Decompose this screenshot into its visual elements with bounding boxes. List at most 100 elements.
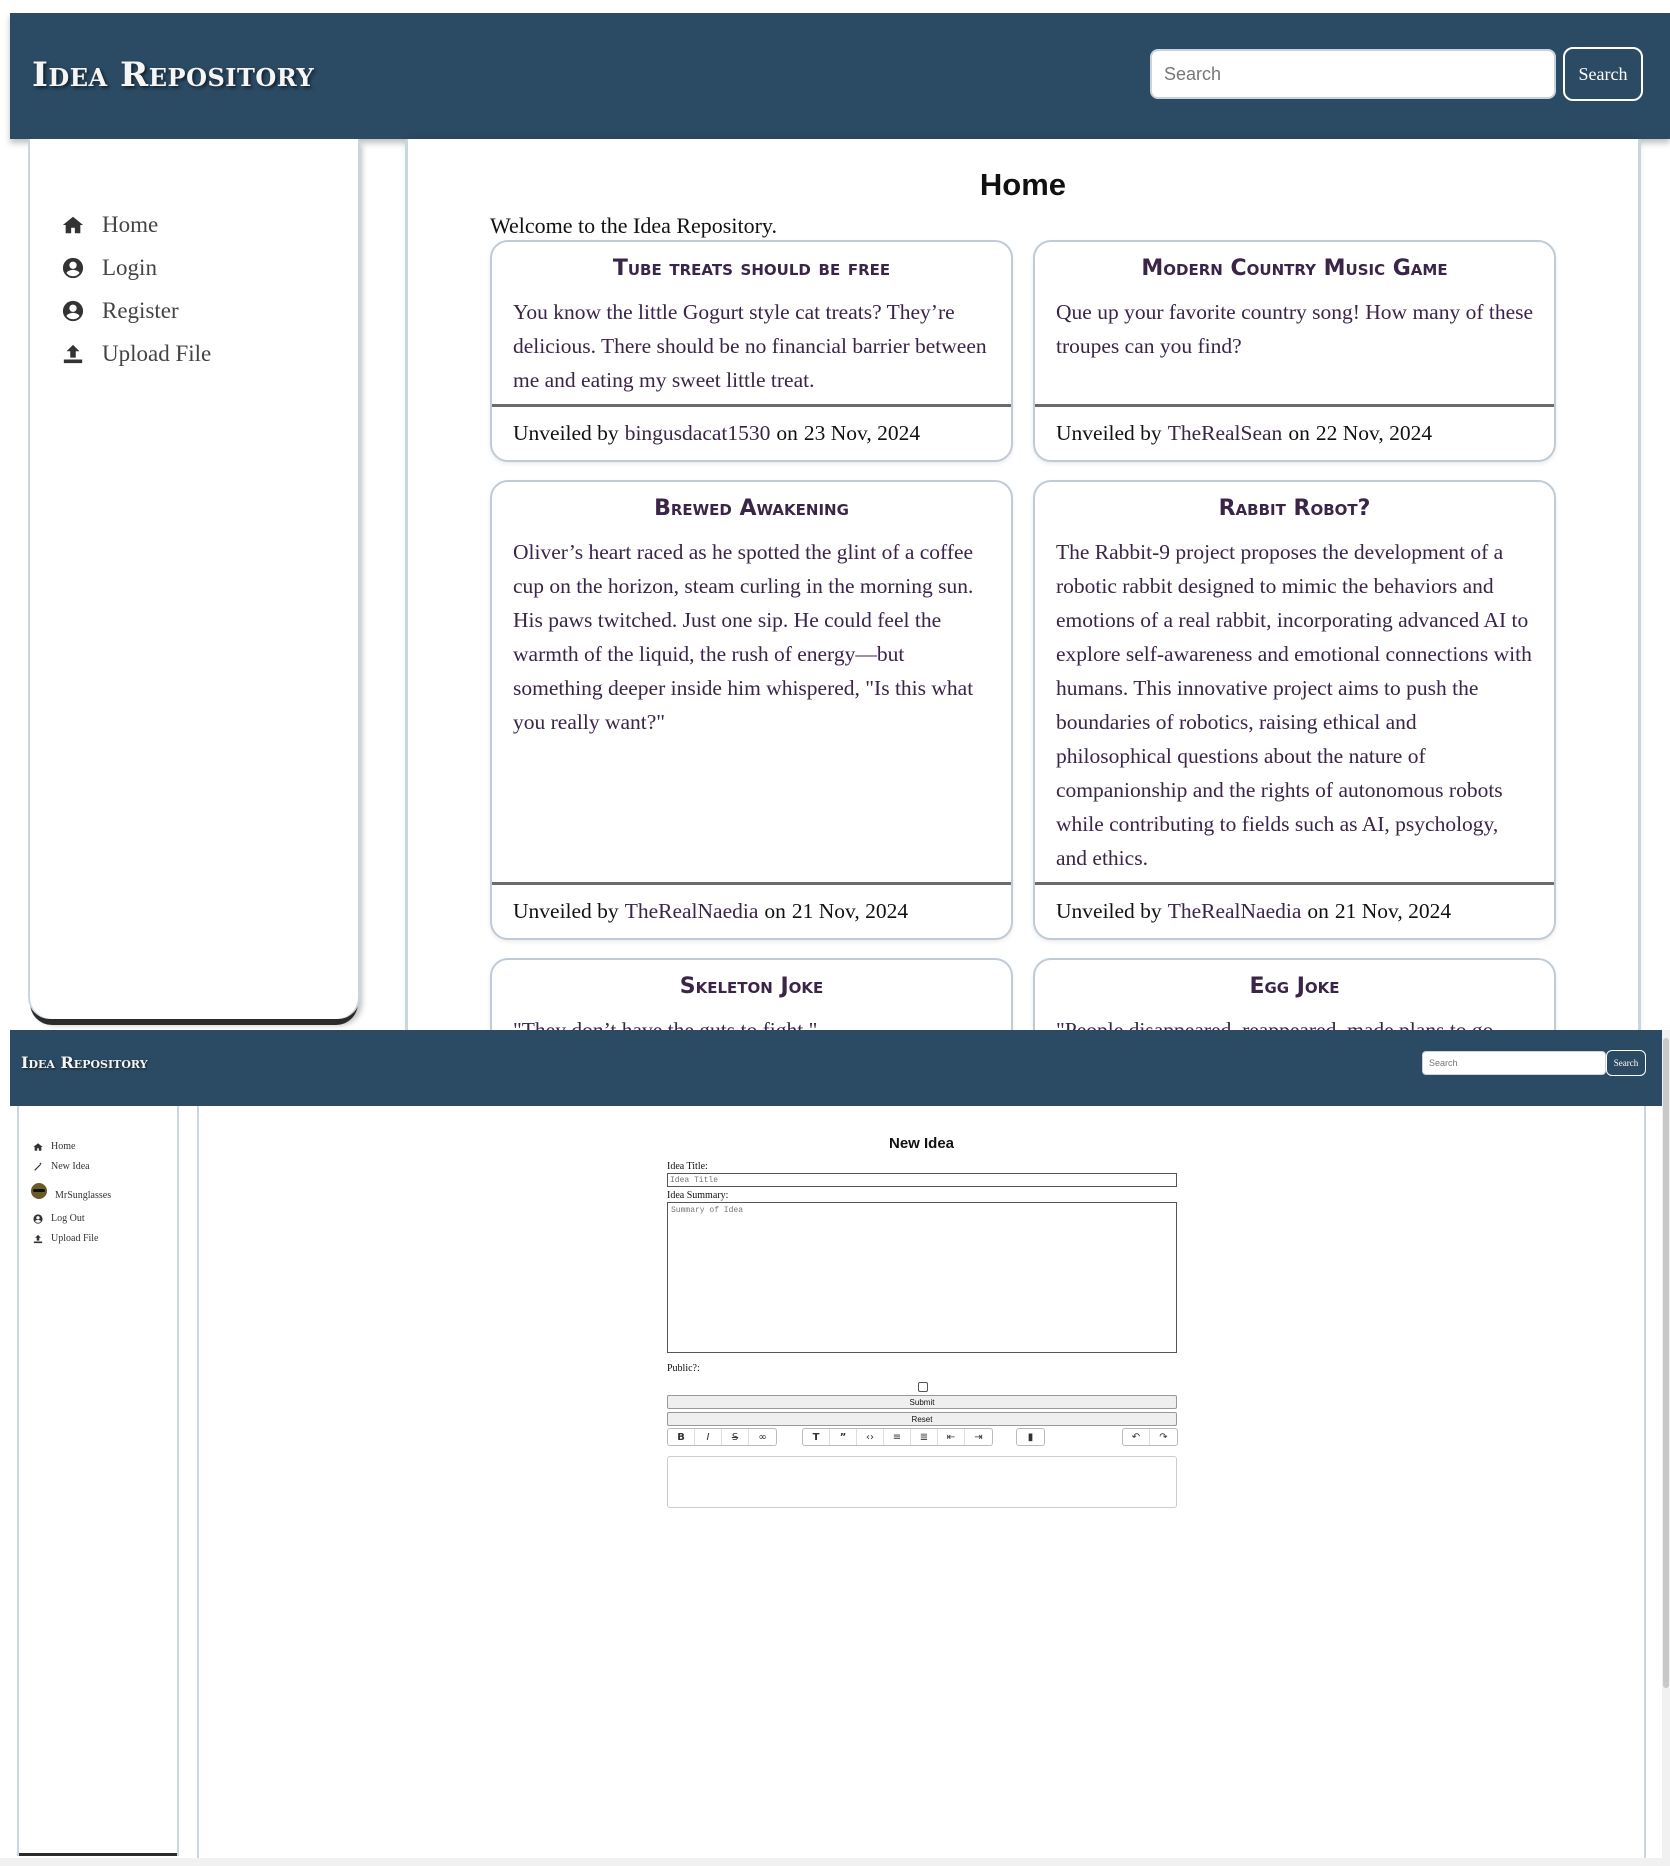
sidebar-item-home[interactable]: Home — [62, 209, 158, 241]
sidebar: Home New Idea MrSunglasses Log Out Uploa… — [19, 1106, 177, 1856]
submit-button[interactable]: Submit — [667, 1395, 1177, 1409]
search-input[interactable] — [1422, 1051, 1606, 1075]
sidebar-item-log-out[interactable]: Log Out — [33, 1213, 85, 1224]
brand-logo[interactable]: Idea Repository — [32, 55, 314, 95]
numbered-list-icon[interactable]: ≣ — [911, 1429, 938, 1445]
redo-icon[interactable]: ↷ — [1150, 1429, 1177, 1445]
code-icon[interactable]: ‹› — [857, 1429, 884, 1445]
idea-card-footer: Unveiled by TheRealNaedia on 21 Nov, 202… — [492, 882, 1011, 938]
idea-date: 21 Nov, 2024 — [1334, 899, 1452, 923]
page-title: Home — [979, 167, 1067, 202]
sidebar-item-label: Log Out — [51, 1213, 85, 1224]
quote-icon[interactable]: ” — [830, 1429, 857, 1445]
idea-card-body: Que up your favorite country song! How m… — [1056, 300, 1534, 358]
idea-date: 22 Nov, 2024 — [1315, 421, 1433, 445]
idea-card-title[interactable]: Modern Country Music Game — [1035, 256, 1554, 281]
public-checkbox[interactable] — [918, 1382, 928, 1392]
attachment-icon[interactable]: ▮ — [1017, 1429, 1044, 1445]
strikethrough-icon[interactable]: S — [722, 1429, 749, 1445]
user-circle-icon — [62, 257, 84, 279]
upload-icon — [33, 1234, 43, 1243]
idea-author-link[interactable]: TheRealNaedia — [1168, 899, 1302, 924]
search-button[interactable]: Search — [1606, 1050, 1646, 1076]
link-icon[interactable]: ∞ — [749, 1429, 776, 1445]
toolbar-group-file: ▮ — [1016, 1428, 1045, 1446]
footer-on: on — [1307, 899, 1329, 923]
idea-card-footer: Unveiled by TheRealNaedia on 21 Nov, 202… — [1035, 882, 1554, 938]
idea-card-title[interactable]: Tube treats should be free — [492, 256, 1011, 281]
home-icon — [62, 216, 84, 234]
rich-text-editor[interactable] — [667, 1456, 1177, 1508]
upload-icon — [63, 344, 83, 364]
idea-author-link[interactable]: TheRealNaedia — [625, 899, 759, 924]
idea-title-label: Idea Title: — [667, 1161, 708, 1172]
search-input[interactable] — [1150, 49, 1556, 99]
welcome-text: Welcome to the Idea Repository. — [490, 213, 777, 238]
sidebar-item-label: New Idea — [51, 1161, 90, 1172]
sidebar-item-label: Login — [102, 255, 157, 280]
idea-card-title[interactable]: Rabbit Robot? — [1035, 496, 1554, 521]
italic-icon[interactable]: I — [695, 1429, 722, 1445]
public-label: Public?: — [667, 1363, 700, 1374]
sidebar-item-home[interactable]: Home — [33, 1141, 75, 1152]
sidebar-item-profile[interactable]: MrSunglasses — [31, 1180, 111, 1201]
footer-on: on — [776, 421, 798, 445]
sidebar-item-label: Upload File — [102, 341, 212, 366]
idea-card-body: Oliver’s heart raced as he spotted the g… — [513, 540, 974, 734]
idea-card-body: "They don’t have the guts to fight." — [513, 1018, 818, 1030]
sidebar-item-label: Upload File — [51, 1233, 99, 1244]
idea-author-link[interactable]: TheRealSean — [1168, 421, 1283, 446]
footer-prefix: Unveiled by — [1056, 421, 1162, 445]
sidebar-item-register[interactable]: Register — [62, 295, 179, 327]
idea-card-footer: Unveiled by bingusdacat1530 on 23 Nov, 2… — [492, 404, 1011, 460]
idea-summary-textarea[interactable] — [667, 1202, 1177, 1353]
bullet-list-icon[interactable]: ≡ — [884, 1429, 911, 1445]
idea-card[interactable]: Brewed Awakening Oliver’s heart raced as… — [490, 480, 1013, 940]
sidebar-item-login[interactable]: Login — [62, 252, 157, 284]
sidebar-bottom-bar — [19, 1853, 177, 1856]
toolbar-group-block: T ” ‹› ≡ ≣ ⇤ ⇥ — [802, 1428, 993, 1446]
vertical-scrollbar[interactable] — [1662, 1030, 1670, 1866]
avatar-sunglasses-icon — [31, 1182, 47, 1199]
footer-prefix: Unveiled by — [1056, 899, 1162, 923]
idea-card[interactable]: Tube treats should be free You know the … — [490, 240, 1013, 462]
idea-card-title[interactable]: Brewed Awakening — [492, 496, 1011, 521]
idea-card-title[interactable]: Egg Joke — [1035, 974, 1554, 999]
home-screenshot: Idea Repository Search Home Login Regist… — [0, 0, 1670, 1030]
sidebar-item-new-idea[interactable]: New Idea — [33, 1161, 90, 1172]
idea-card[interactable]: Skeleton Joke "They don’t have the guts … — [490, 958, 1013, 1030]
sidebar: Home Login Register Upload File — [30, 139, 358, 1019]
footer-on: on — [1288, 421, 1310, 445]
scrollbar-thumb[interactable] — [1663, 1038, 1669, 1688]
idea-author-link[interactable]: bingusdacat1530 — [625, 421, 771, 446]
footer-on: on — [764, 899, 786, 923]
search-button[interactable]: Search — [1563, 47, 1643, 101]
idea-card[interactable]: Modern Country Music Game Que up your fa… — [1033, 240, 1556, 462]
idea-title-input[interactable] — [667, 1173, 1177, 1187]
sidebar-item-upload-file[interactable]: Upload File — [33, 1233, 99, 1244]
sidebar-item-label: MrSunglasses — [55, 1190, 112, 1201]
idea-card[interactable]: Egg Joke "People disappeared, reappeared… — [1033, 958, 1556, 1030]
outdent-icon[interactable]: ⇤ — [938, 1429, 965, 1445]
user-circle-icon — [62, 300, 84, 322]
main-content: New Idea Idea Title: Idea Summary: Publi… — [199, 1106, 1644, 1866]
reset-button[interactable]: Reset — [667, 1412, 1177, 1426]
sidebar-item-upload-file[interactable]: Upload File — [62, 338, 211, 370]
magic-wand-icon — [34, 1161, 42, 1171]
heading-icon[interactable]: T — [803, 1429, 830, 1445]
indent-icon[interactable]: ⇥ — [965, 1429, 992, 1445]
idea-card[interactable]: Rabbit Robot? The Rabbit-9 project propo… — [1033, 480, 1556, 940]
idea-card-footer: Unveiled by TheRealSean on 22 Nov, 2024 — [1035, 404, 1554, 460]
top-header: Idea Repository Search — [10, 13, 1670, 139]
horizontal-scrollbar[interactable] — [0, 1858, 1662, 1866]
idea-summary-label: Idea Summary: — [667, 1190, 729, 1201]
idea-card-title[interactable]: Skeleton Joke — [492, 974, 1011, 999]
idea-card-body: "People disappeared, reappeared, made pl… — [1056, 1018, 1494, 1030]
bold-icon[interactable]: B — [668, 1429, 695, 1445]
brand-logo[interactable]: Idea Repository — [21, 1053, 148, 1072]
idea-date: 21 Nov, 2024 — [791, 899, 909, 923]
footer-prefix: Unveiled by — [513, 421, 619, 445]
sidebar-item-label: Home — [102, 212, 159, 237]
undo-icon[interactable]: ↶ — [1123, 1429, 1150, 1445]
footer-prefix: Unveiled by — [513, 899, 619, 923]
